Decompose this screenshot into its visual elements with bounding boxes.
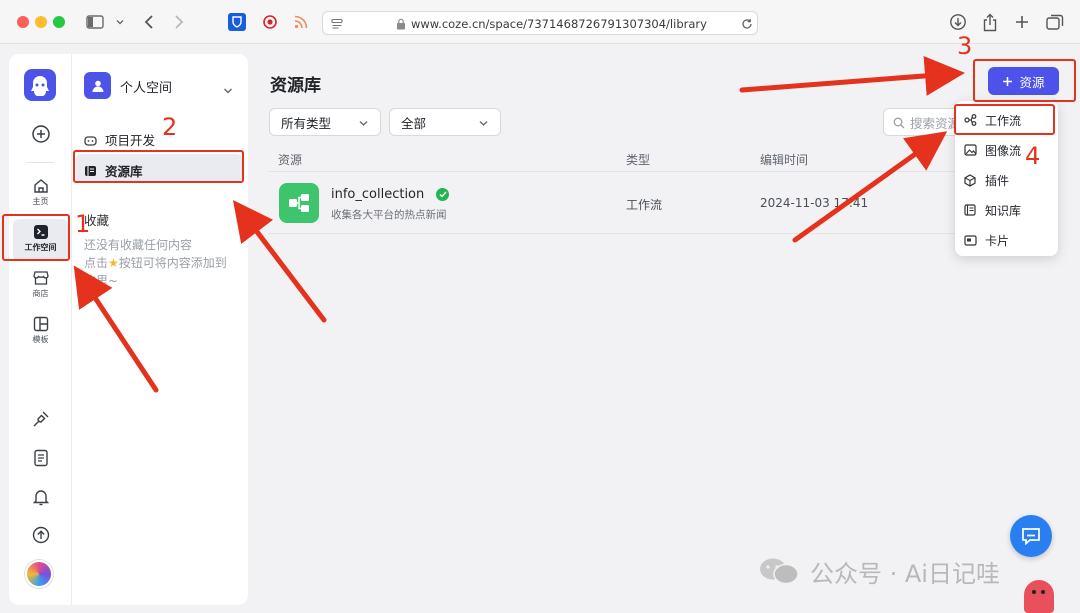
annotation-arrows — [73, 55, 965, 393]
arrow-to-workflow — [792, 131, 948, 243]
arrow-to-library — [232, 200, 327, 323]
arrow-to-add-resource — [739, 55, 965, 96]
arrow-to-workspace — [73, 265, 159, 393]
